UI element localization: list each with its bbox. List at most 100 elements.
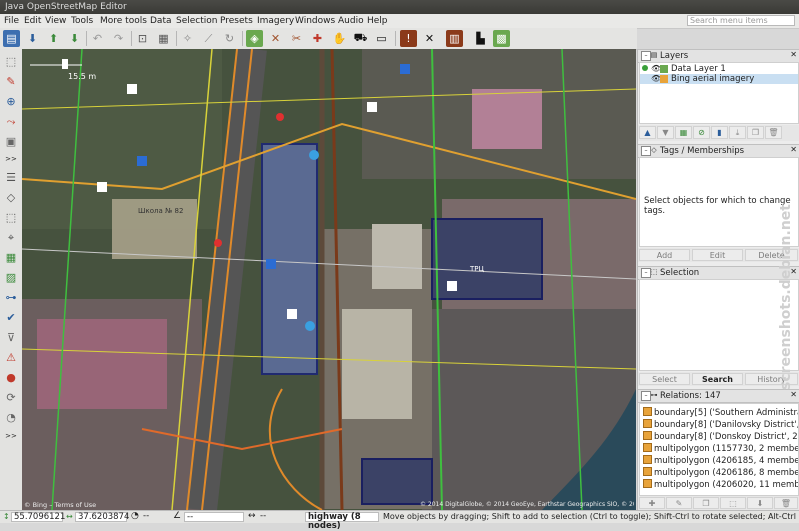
landuse-icon[interactable]: ▩ bbox=[493, 30, 510, 47]
download-icon[interactable]: ⬇ bbox=[66, 30, 83, 47]
toggle-visibility-icon[interactable]: ⊘ bbox=[693, 126, 710, 139]
add-tag-button[interactable]: Add bbox=[639, 249, 690, 261]
shop-icon[interactable]: ▥ bbox=[446, 30, 463, 47]
zoom-to-selection-icon[interactable]: ⊡ bbox=[134, 30, 151, 47]
select-button[interactable]: Select bbox=[639, 373, 690, 385]
more-tools-chevron-icon[interactable]: >> bbox=[2, 150, 20, 167]
delete-relation-icon[interactable]: 🗑 bbox=[774, 497, 798, 509]
authors-toggle-icon[interactable]: ⌖ bbox=[2, 229, 20, 246]
menu-bar: File Edit View Tools More tools Data Sel… bbox=[0, 14, 799, 29]
select-tool-icon[interactable]: ⬚ bbox=[2, 53, 20, 70]
move-down-icon[interactable]: ▼ bbox=[657, 126, 674, 139]
list-item[interactable]: multipolygon (4206020, 11 members bbox=[643, 479, 798, 490]
menu-selection[interactable]: Selection bbox=[176, 16, 217, 26]
fix-icon[interactable]: ✚ bbox=[309, 30, 326, 47]
map-paint-icon[interactable]: ▨ bbox=[2, 269, 20, 286]
map-attribution-left[interactable]: © Bing – Terms of Use bbox=[24, 501, 96, 509]
relation-icon bbox=[643, 467, 652, 476]
selection-list[interactable] bbox=[639, 279, 799, 371]
status-bar: ↕ 55.7096121 ↔ 37.6203874 ◔ -- ∠ -- ↔ --… bbox=[0, 510, 799, 531]
improve-way-icon[interactable]: ⤳ bbox=[2, 113, 20, 130]
validation-toggle-icon[interactable]: ✔ bbox=[2, 309, 20, 326]
combine-way-icon[interactable]: ↻ bbox=[221, 30, 238, 47]
edit-relation-icon[interactable]: ✎ bbox=[666, 497, 692, 509]
menu-search-input[interactable]: Search menu items bbox=[687, 15, 795, 26]
download-members-icon[interactable]: ⬇ bbox=[747, 497, 773, 509]
simplify-way-icon[interactable]: ✕ bbox=[267, 30, 284, 47]
edit-tag-button[interactable]: Edit bbox=[692, 249, 743, 261]
more-panels-chevron-icon[interactable]: >> bbox=[2, 427, 20, 444]
menu-help[interactable]: Help bbox=[367, 16, 388, 26]
location-toggle-icon[interactable]: ● bbox=[2, 369, 20, 386]
split-way-icon[interactable]: ⟋ bbox=[200, 30, 217, 47]
menu-tools[interactable]: Tools bbox=[71, 16, 93, 26]
delete-layer-icon[interactable]: 🗑 bbox=[765, 126, 782, 139]
menu-imagery[interactable]: Imagery bbox=[257, 16, 294, 26]
conflict-toggle-icon[interactable]: ◔ bbox=[2, 409, 20, 426]
layers-panel-header[interactable]: – ▤ Layers ✕ bbox=[638, 49, 799, 63]
close-icon[interactable]: ✕ bbox=[790, 50, 797, 59]
relations-list[interactable]: boundary[5] ('Southern Administra bounda… bbox=[639, 403, 799, 496]
unglue-icon[interactable]: ✂ bbox=[288, 30, 305, 47]
duplicate-layer-icon[interactable]: ❐ bbox=[747, 126, 764, 139]
close-icon[interactable]: ✕ bbox=[790, 390, 797, 399]
layer-list-toggle-icon[interactable]: ☰ bbox=[2, 169, 20, 186]
layer-row[interactable]: 👁 Data Layer 1 bbox=[640, 64, 798, 74]
map-canvas[interactable] bbox=[22, 49, 636, 510]
hand-icon[interactable]: ✋ bbox=[331, 30, 348, 47]
selection-panel-header[interactable]: – ⬚ Selection ✕ bbox=[638, 266, 799, 280]
relations-toggle-icon[interactable]: ⊶ bbox=[2, 289, 20, 306]
factory-icon[interactable]: ▙ bbox=[472, 30, 489, 47]
menu-more-tools[interactable]: More tools bbox=[100, 16, 147, 26]
duplicate-relation-icon[interactable]: ❐ bbox=[693, 497, 719, 509]
menu-audio[interactable]: Audio bbox=[338, 16, 364, 26]
notes-toggle-icon[interactable]: ⚠ bbox=[2, 349, 20, 366]
select-members-icon[interactable]: ⬚ bbox=[720, 497, 746, 509]
delete-tool-icon[interactable]: ▣ bbox=[2, 133, 20, 150]
list-item[interactable]: multipolygon (4206185, 4 members) bbox=[643, 455, 798, 466]
selection-toggle-icon[interactable]: ⬚ bbox=[2, 209, 20, 226]
bus-icon[interactable]: ▭ bbox=[373, 30, 390, 47]
menu-file[interactable]: File bbox=[4, 16, 19, 26]
relations-panel-header[interactable]: – ⊶ Relations: 147 ✕ bbox=[638, 389, 799, 403]
undo-icon[interactable]: ↶ bbox=[89, 30, 106, 47]
list-item[interactable]: multipolygon (4206186, 8 members) bbox=[643, 467, 798, 478]
list-item[interactable]: boundary[8] ('Donskoy District', 25 bbox=[643, 431, 798, 442]
menu-presets[interactable]: Presets bbox=[220, 16, 253, 26]
menu-view[interactable]: View bbox=[45, 16, 66, 26]
menu-data[interactable]: Data bbox=[150, 16, 172, 26]
new-relation-icon[interactable]: ✚ bbox=[639, 497, 665, 509]
tags-panel-header[interactable]: – ◇ Tags / Memberships ✕ bbox=[638, 144, 799, 158]
filter-toggle-icon[interactable]: ⊽ bbox=[2, 329, 20, 346]
imagery-toggle-icon[interactable]: ▦ bbox=[2, 249, 20, 266]
layer-row[interactable]: 👁 Bing aerial imagery bbox=[640, 74, 798, 84]
layer-opacity-icon[interactable]: ▮ bbox=[711, 126, 728, 139]
upload-icon[interactable]: ⬆ bbox=[45, 30, 62, 47]
align-circle-icon[interactable]: ✧ bbox=[179, 30, 196, 47]
map-view[interactable]: 15.5 m Школа № 82 ТРЦ © Bing – Terms of … bbox=[22, 49, 636, 510]
crossed-tools-icon[interactable]: ✕ bbox=[421, 30, 438, 47]
list-item[interactable]: boundary[8] ('Danilovsky District', bbox=[643, 419, 798, 430]
list-item[interactable]: multipolygon (1157730, 2 members) bbox=[643, 443, 798, 454]
search-button[interactable]: Search bbox=[692, 373, 743, 385]
active-layer-icon[interactable] bbox=[642, 65, 648, 71]
relations-panel-title: Relations: 147 bbox=[660, 391, 721, 401]
orthogonalize-icon[interactable]: ◈ bbox=[246, 30, 263, 47]
menu-edit[interactable]: Edit bbox=[24, 16, 41, 26]
draw-tool-icon[interactable]: ✎ bbox=[2, 73, 20, 90]
selection-button-row: Select Search History bbox=[638, 372, 799, 386]
tags-toggle-icon[interactable]: ◇ bbox=[2, 189, 20, 206]
save-icon[interactable]: ⬇ bbox=[24, 30, 41, 47]
open-file-icon[interactable]: ▤ bbox=[3, 30, 20, 47]
menu-windows[interactable]: Windows bbox=[295, 16, 335, 26]
list-item[interactable]: boundary[5] ('Southern Administra bbox=[643, 407, 798, 418]
car-icon[interactable]: ⛟ bbox=[352, 30, 369, 47]
activate-layer-icon[interactable]: ▦ bbox=[675, 126, 692, 139]
merge-layer-icon[interactable]: ⤓ bbox=[729, 126, 746, 139]
redo-icon[interactable]: ↷ bbox=[110, 30, 127, 47]
history-toggle-icon[interactable]: ⟳ bbox=[2, 389, 20, 406]
move-up-icon[interactable]: ▲ bbox=[639, 126, 656, 139]
preferences-icon[interactable]: ▦ bbox=[155, 30, 172, 47]
zoom-tool-icon[interactable]: ⊕ bbox=[2, 93, 20, 110]
warning-icon[interactable]: ! bbox=[400, 30, 417, 47]
